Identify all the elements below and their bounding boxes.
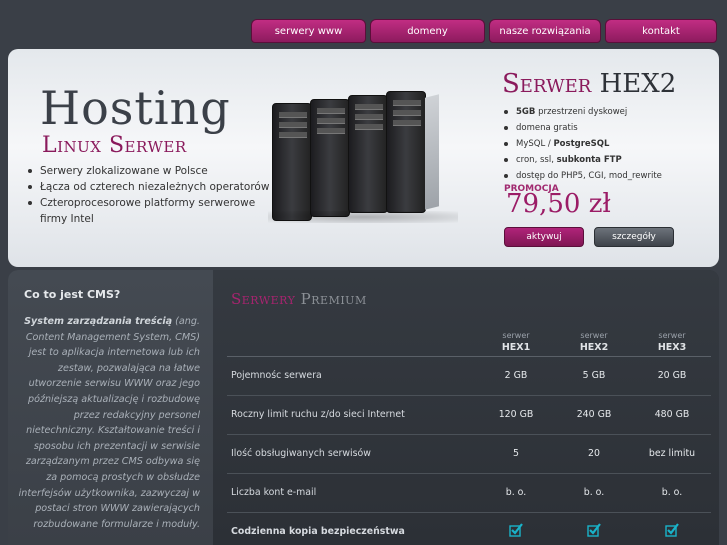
table-cell: 20 GB bbox=[633, 355, 711, 395]
promo-price: 79,50 zł bbox=[506, 189, 611, 219]
table-cell bbox=[633, 511, 711, 545]
table-cell: 5 bbox=[477, 433, 555, 473]
nav-domeny[interactable]: domeny bbox=[370, 19, 485, 43]
server-tower bbox=[348, 95, 388, 213]
check-icon bbox=[665, 523, 679, 537]
row-label: Pojemnośc serwera bbox=[227, 355, 477, 395]
offer-feature: dostęp do PHP5, CGI, mod_rewrite bbox=[502, 168, 712, 184]
section-title: Serwery Premium bbox=[231, 290, 367, 308]
table-row: Pojemnośc serwera 2 GB 5 GB 20 GB bbox=[227, 355, 711, 395]
nav-serwery-www[interactable]: serwery www bbox=[251, 19, 366, 43]
main-panel: Serwery Premium serwer HEX1 serwer HEX2 se… bbox=[213, 270, 719, 545]
row-label: Codzienna kopia bezpieczeństwa bbox=[227, 511, 477, 545]
server-tower bbox=[386, 91, 439, 213]
table-header-row: serwer HEX1 serwer HEX2 serwer HEX3 bbox=[227, 320, 711, 357]
sidebar: Co to jest CMS? System zarządzania treśc… bbox=[8, 270, 213, 545]
banner-title: Hosting bbox=[40, 81, 231, 135]
activate-button[interactable]: aktywuj bbox=[504, 227, 584, 247]
column-header: serwer HEX3 bbox=[633, 320, 711, 357]
table-row: Codzienna kopia bezpieczeństwa bbox=[227, 511, 711, 545]
check-icon bbox=[509, 523, 523, 537]
table-cell: 5 GB bbox=[555, 355, 633, 395]
servers-image bbox=[268, 85, 458, 225]
table-row: Ilość obsługiwanych serwisów 5 20 bez li… bbox=[227, 433, 711, 473]
banner-feature: Łącza od czterech niezależnych operatoró… bbox=[26, 179, 276, 195]
row-label: Liczba kont e-mail bbox=[227, 472, 477, 512]
table-cell: 120 GB bbox=[477, 394, 555, 434]
offer-feature: MySQL / PostgreSQL bbox=[502, 136, 712, 152]
column-header: serwer HEX1 bbox=[477, 320, 555, 357]
offer-feature: cron, ssl, subkonta FTP bbox=[502, 152, 712, 168]
table-row: Roczny limit ruchu z/do sieci Internet 1… bbox=[227, 394, 711, 434]
table-row: Liczba kont e-mail b. o. b. o. b. o. bbox=[227, 472, 711, 512]
column-header: serwer HEX2 bbox=[555, 320, 633, 357]
check-icon bbox=[587, 523, 601, 537]
server-tower bbox=[310, 99, 350, 217]
nav-nasze-rozwiazania[interactable]: nasze rozwiązania bbox=[489, 19, 601, 43]
banner-feature: Czteroprocesorowe platformy serwerowe fi… bbox=[26, 195, 276, 227]
nav-kontakt[interactable]: kontakt bbox=[605, 19, 717, 43]
offer-title: Serwer HEX2 bbox=[502, 69, 677, 99]
banner-subtitle: Linux Serwer bbox=[42, 133, 187, 158]
table-cell: b. o. bbox=[555, 472, 633, 512]
table-cell: b. o. bbox=[633, 472, 711, 512]
table-cell: 240 GB bbox=[555, 394, 633, 434]
table-cell: 20 bbox=[555, 433, 633, 473]
table-cell: b. o. bbox=[477, 472, 555, 512]
sidebar-text: System zarządzania treścią (ang. Content… bbox=[18, 316, 200, 530]
server-tower bbox=[272, 103, 312, 221]
details-button[interactable]: szczegóły bbox=[594, 227, 674, 247]
banner-features: Serwery zlokalizowane w Polsce Łącza od … bbox=[26, 163, 276, 227]
table-cell bbox=[555, 511, 633, 545]
table-cell: bez limitu bbox=[633, 433, 711, 473]
row-label: Roczny limit ruchu z/do sieci Internet bbox=[227, 394, 477, 434]
sidebar-title: Co to jest CMS? bbox=[24, 288, 121, 301]
pricing-table: serwer HEX1 serwer HEX2 serwer HEX3 Pojemno… bbox=[227, 320, 711, 545]
offer-feature: 5GB przestrzeni dyskowej bbox=[502, 104, 712, 120]
offer-features: 5GB przestrzeni dyskowej domena gratis M… bbox=[502, 104, 712, 184]
top-nav: serwery www domeny nasze rozwiązania kon… bbox=[251, 19, 717, 43]
hero-banner: Hosting Linux Serwer Serwery zlokalizowa… bbox=[8, 49, 719, 267]
row-label: Ilość obsługiwanych serwisów bbox=[227, 433, 477, 473]
offer-feature: domena gratis bbox=[502, 120, 712, 136]
table-cell bbox=[477, 511, 555, 545]
banner-feature: Serwery zlokalizowane w Polsce bbox=[26, 163, 276, 179]
table-cell: 480 GB bbox=[633, 394, 711, 434]
content-area: Co to jest CMS? System zarządzania treśc… bbox=[8, 270, 719, 545]
table-cell: 2 GB bbox=[477, 355, 555, 395]
